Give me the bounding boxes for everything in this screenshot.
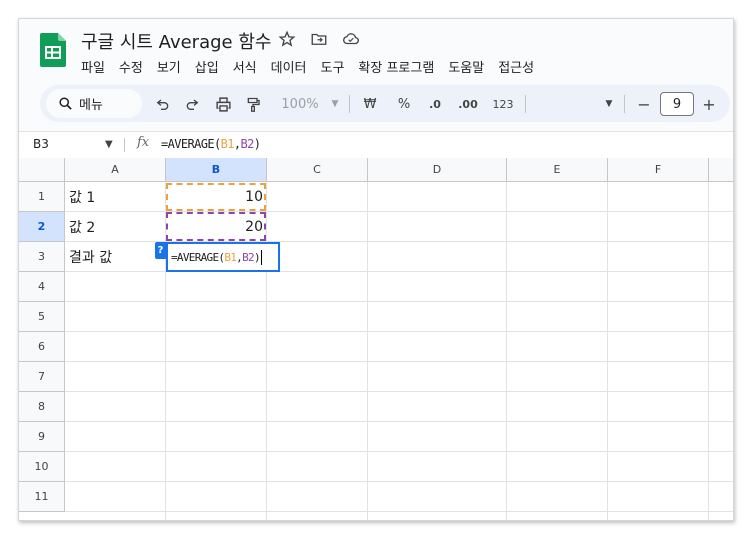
increase-decimal-button[interactable]: .00 bbox=[454, 93, 482, 115]
cell-a1[interactable]: 값 1 bbox=[69, 182, 95, 212]
menu-extensions[interactable]: 확장 프로그램 bbox=[358, 57, 434, 76]
toolbar: 메뉴 100% ▼ ₩ % .0 .00 123 ▼ − 9 + bbox=[40, 85, 730, 122]
fx-icon: fx bbox=[137, 135, 150, 150]
editor-ref-b2: B2 bbox=[242, 250, 255, 264]
cell-editor-b3[interactable]: =AVERAGE(B1, B2) bbox=[166, 242, 280, 272]
menu-format[interactable]: 서식 bbox=[233, 57, 257, 76]
formula-function: =AVERAGE( bbox=[161, 137, 221, 151]
zoom-dropdown-icon[interactable]: ▼ bbox=[329, 93, 341, 115]
select-all-corner[interactable] bbox=[19, 158, 65, 182]
formula-close: ) bbox=[253, 137, 261, 151]
column-header-overflow bbox=[709, 158, 733, 182]
column-header-f[interactable]: F bbox=[608, 158, 709, 182]
menu-search[interactable]: 메뉴 bbox=[46, 89, 142, 118]
decrease-decimal-button[interactable]: .0 bbox=[423, 93, 447, 115]
menu-file[interactable]: 파일 bbox=[81, 57, 105, 76]
formula-input[interactable]: =AVERAGE(B1,B2) bbox=[161, 137, 261, 151]
row-header-2[interactable]: 2 bbox=[19, 212, 65, 242]
formula-ref-b1: B1 bbox=[220, 137, 235, 151]
formula-bar: B3 ▼ fx =AVERAGE(B1,B2) bbox=[19, 131, 733, 158]
reference-highlight-b1 bbox=[166, 183, 266, 211]
name-box-dropdown-icon[interactable]: ▼ bbox=[105, 139, 113, 150]
cloud-saved-icon[interactable] bbox=[340, 28, 362, 50]
menu-help[interactable]: 도움말 bbox=[448, 57, 484, 76]
row-header-5[interactable]: 5 bbox=[19, 302, 65, 332]
column-header-b[interactable]: B bbox=[166, 158, 267, 182]
font-size-increase-button[interactable]: + bbox=[700, 93, 718, 115]
percent-format-button[interactable]: % bbox=[394, 93, 414, 115]
move-folder-icon[interactable] bbox=[308, 28, 330, 50]
number-format-button[interactable]: 123 bbox=[489, 93, 517, 115]
font-size-decrease-button[interactable]: − bbox=[635, 93, 653, 115]
menu-view[interactable]: 보기 bbox=[157, 57, 181, 76]
document-title[interactable]: 구글 시트 Average 함수 bbox=[81, 28, 271, 54]
formula-comma: , bbox=[233, 137, 241, 151]
row-header-10[interactable]: 10 bbox=[19, 452, 65, 482]
menu-edit[interactable]: 수정 bbox=[119, 57, 143, 76]
row-header-6[interactable]: 6 bbox=[19, 332, 65, 362]
row-header-4[interactable]: 4 bbox=[19, 272, 65, 302]
app-header: 구글 시트 Average 함수 파일 수정 보기 삽입 서식 데이터 도구 확… bbox=[19, 19, 733, 77]
row-header-7[interactable]: 7 bbox=[19, 362, 65, 392]
row-header-11[interactable]: 11 bbox=[19, 482, 65, 512]
sheet-grid[interactable]: A B C D E F 1 2 3 4 5 6 7 8 9 10 11 값 1 bbox=[19, 158, 733, 520]
formula-ref-b2: B2 bbox=[240, 137, 255, 151]
spreadsheet-window: 구글 시트 Average 함수 파일 수정 보기 삽입 서식 데이터 도구 확… bbox=[18, 18, 734, 521]
font-size-input[interactable]: 9 bbox=[660, 92, 694, 116]
zoom-select[interactable]: 100% bbox=[278, 93, 322, 115]
editor-ref-b1: B1 bbox=[224, 250, 237, 264]
row-header-8[interactable]: 8 bbox=[19, 392, 65, 422]
menu-accessibility[interactable]: 접근성 bbox=[498, 57, 534, 76]
undo-icon[interactable] bbox=[152, 93, 174, 115]
paint-format-icon[interactable] bbox=[242, 93, 264, 115]
column-header-e[interactable]: E bbox=[507, 158, 608, 182]
menu-data[interactable]: 데이터 bbox=[271, 57, 307, 76]
menu-bar: 파일 수정 보기 삽입 서식 데이터 도구 확장 프로그램 도움말 접근성 bbox=[81, 57, 548, 76]
search-icon bbox=[59, 97, 72, 110]
text-cursor bbox=[260, 249, 262, 265]
currency-format-button[interactable]: ₩ bbox=[360, 93, 380, 115]
redo-icon[interactable] bbox=[181, 93, 203, 115]
row-header-9[interactable]: 9 bbox=[19, 422, 65, 452]
editor-close: ) bbox=[253, 250, 261, 264]
formula-help-button[interactable]: ? bbox=[155, 242, 166, 259]
star-icon[interactable] bbox=[276, 28, 298, 50]
row-header-3[interactable]: 3 bbox=[19, 242, 65, 272]
search-label: 메뉴 bbox=[79, 98, 103, 113]
column-header-d[interactable]: D bbox=[368, 158, 507, 182]
sheets-logo-icon[interactable] bbox=[40, 33, 66, 67]
name-box[interactable]: B3 bbox=[33, 137, 49, 151]
print-icon[interactable] bbox=[212, 93, 234, 115]
column-header-a[interactable]: A bbox=[65, 158, 166, 182]
font-dropdown-icon[interactable]: ▼ bbox=[603, 93, 615, 115]
column-header-c[interactable]: C bbox=[267, 158, 368, 182]
reference-highlight-b2 bbox=[166, 212, 266, 241]
editor-function: =AVERAGE( bbox=[171, 250, 225, 264]
cell-a3[interactable]: 결과 값 bbox=[69, 242, 112, 272]
menu-insert[interactable]: 삽입 bbox=[195, 57, 219, 76]
menu-tools[interactable]: 도구 bbox=[321, 57, 345, 76]
row-header-1[interactable]: 1 bbox=[19, 182, 65, 212]
cell-a2[interactable]: 값 2 bbox=[69, 212, 95, 242]
